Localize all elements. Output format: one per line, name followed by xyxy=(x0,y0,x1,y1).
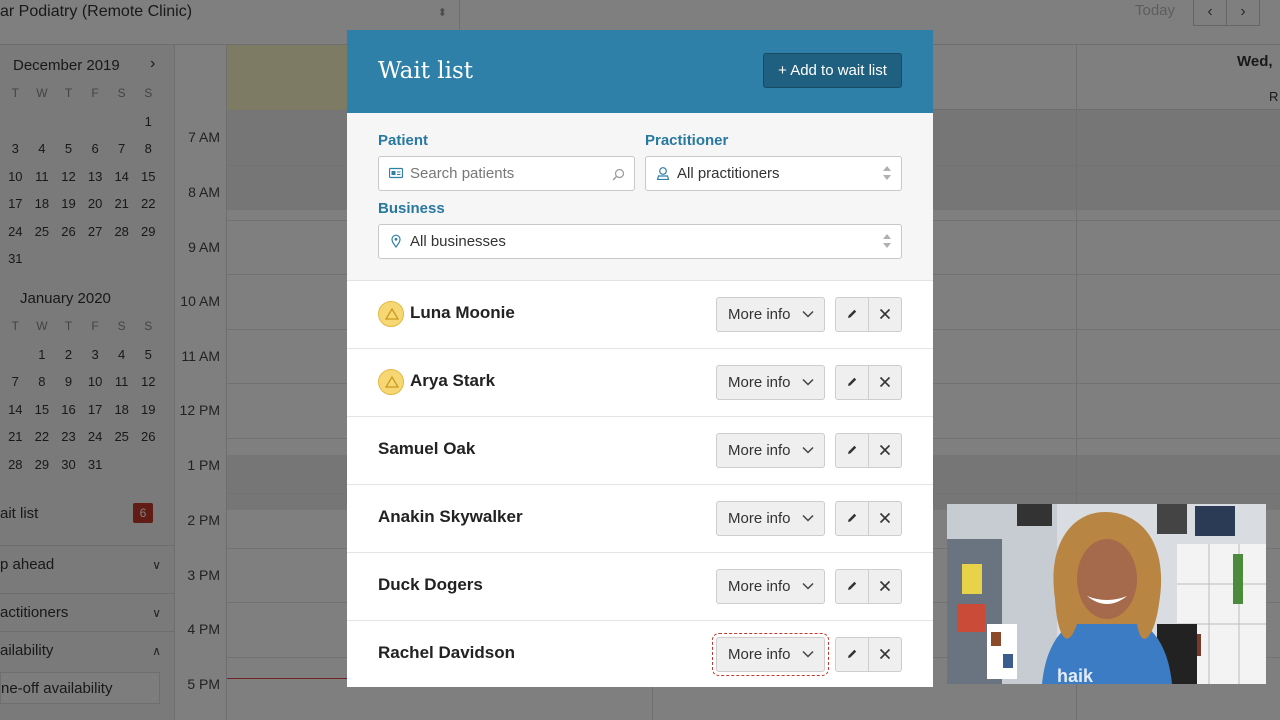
modal-title: Wait list xyxy=(378,58,474,84)
practitioner-select-value: All practitioners xyxy=(677,165,780,182)
pencil-icon xyxy=(848,581,857,590)
remove-button[interactable] xyxy=(868,637,902,672)
pencil-icon xyxy=(848,445,857,454)
remove-button[interactable] xyxy=(868,569,902,604)
add-to-wait-list-button[interactable]: + Add to wait list xyxy=(763,53,902,88)
more-info-label: More info xyxy=(728,510,791,527)
more-info-button[interactable]: More info xyxy=(716,365,825,400)
patient-row: Samuel Oak More info xyxy=(347,417,933,485)
patient-name[interactable]: Anakin Skywalker xyxy=(378,507,523,527)
pencil-icon xyxy=(848,649,857,658)
patient-row: Rachel Davidson More info xyxy=(347,621,933,687)
close-icon xyxy=(879,444,891,456)
more-info-label: More info xyxy=(728,306,791,323)
close-icon xyxy=(879,376,891,388)
chevron-down-icon xyxy=(802,378,814,386)
patient-row: Anakin Skywalker More info xyxy=(347,485,933,553)
patient-name[interactable]: Samuel Oak xyxy=(378,439,475,459)
more-info-button[interactable]: More info xyxy=(716,501,825,536)
alert-icon xyxy=(378,369,404,395)
edit-button[interactable] xyxy=(835,433,869,468)
patient-row: Arya Stark More info xyxy=(347,349,933,417)
edit-button[interactable] xyxy=(835,501,869,536)
more-info-button[interactable]: More info xyxy=(716,433,825,468)
patient-search-placeholder: Search patients xyxy=(410,165,515,182)
edit-button[interactable] xyxy=(835,297,869,332)
close-icon xyxy=(879,648,891,660)
pencil-icon xyxy=(848,513,857,522)
search-icon xyxy=(612,168,625,181)
alert-icon xyxy=(378,301,404,327)
select-arrows-icon xyxy=(883,233,892,251)
svg-text:haik: haik xyxy=(1057,666,1094,684)
patient-filter-label: Patient xyxy=(378,132,429,149)
location-pin-icon xyxy=(391,234,401,248)
remove-button[interactable] xyxy=(868,433,902,468)
more-info-label: More info xyxy=(728,374,791,391)
id-card-icon xyxy=(389,167,403,179)
filters-panel: Patient Search patients Practitioner All… xyxy=(347,113,933,281)
edit-button[interactable] xyxy=(835,569,869,604)
remove-button[interactable] xyxy=(868,365,902,400)
more-info-label: More info xyxy=(728,646,791,663)
remove-button[interactable] xyxy=(868,297,902,332)
more-info-label: More info xyxy=(728,578,791,595)
business-filter-label: Business xyxy=(378,200,445,217)
more-info-button[interactable]: More info xyxy=(716,297,825,332)
webcam-video: haik xyxy=(947,504,1266,684)
more-info-button[interactable]: More info xyxy=(716,569,825,604)
chevron-down-icon xyxy=(802,650,814,658)
business-select-value: All businesses xyxy=(410,233,506,250)
chevron-down-icon xyxy=(802,310,814,318)
patient-name[interactable]: Arya Stark xyxy=(410,371,495,391)
patient-row: Duck Dogers More info xyxy=(347,553,933,621)
more-info-label: More info xyxy=(728,442,791,459)
close-icon xyxy=(879,580,891,592)
modal-header: Wait list + Add to wait list xyxy=(347,30,933,113)
patient-row: Luna Moonie More info xyxy=(347,281,933,349)
chevron-down-icon xyxy=(802,514,814,522)
practitioner-filter-label: Practitioner xyxy=(645,132,729,149)
person-icon xyxy=(656,167,670,180)
patient-name[interactable]: Rachel Davidson xyxy=(378,643,515,663)
close-icon xyxy=(879,512,891,524)
pencil-icon xyxy=(848,377,857,386)
chevron-down-icon xyxy=(802,446,814,454)
business-select[interactable]: All businesses xyxy=(378,224,902,259)
webcam-presenter-image: haik xyxy=(947,504,1266,684)
edit-button[interactable] xyxy=(835,637,869,672)
pencil-icon xyxy=(848,309,857,318)
patient-name[interactable]: Luna Moonie xyxy=(410,303,515,323)
select-arrows-icon xyxy=(883,165,892,183)
edit-button[interactable] xyxy=(835,365,869,400)
wait-list-modal: Wait list + Add to wait list Patient Sea… xyxy=(347,30,933,687)
more-info-button[interactable]: More info xyxy=(712,633,829,676)
practitioner-select[interactable]: All practitioners xyxy=(645,156,902,191)
patient-search-input[interactable]: Search patients xyxy=(378,156,635,191)
chevron-down-icon xyxy=(802,582,814,590)
remove-button[interactable] xyxy=(868,501,902,536)
close-icon xyxy=(879,308,891,320)
patient-name[interactable]: Duck Dogers xyxy=(378,575,483,595)
